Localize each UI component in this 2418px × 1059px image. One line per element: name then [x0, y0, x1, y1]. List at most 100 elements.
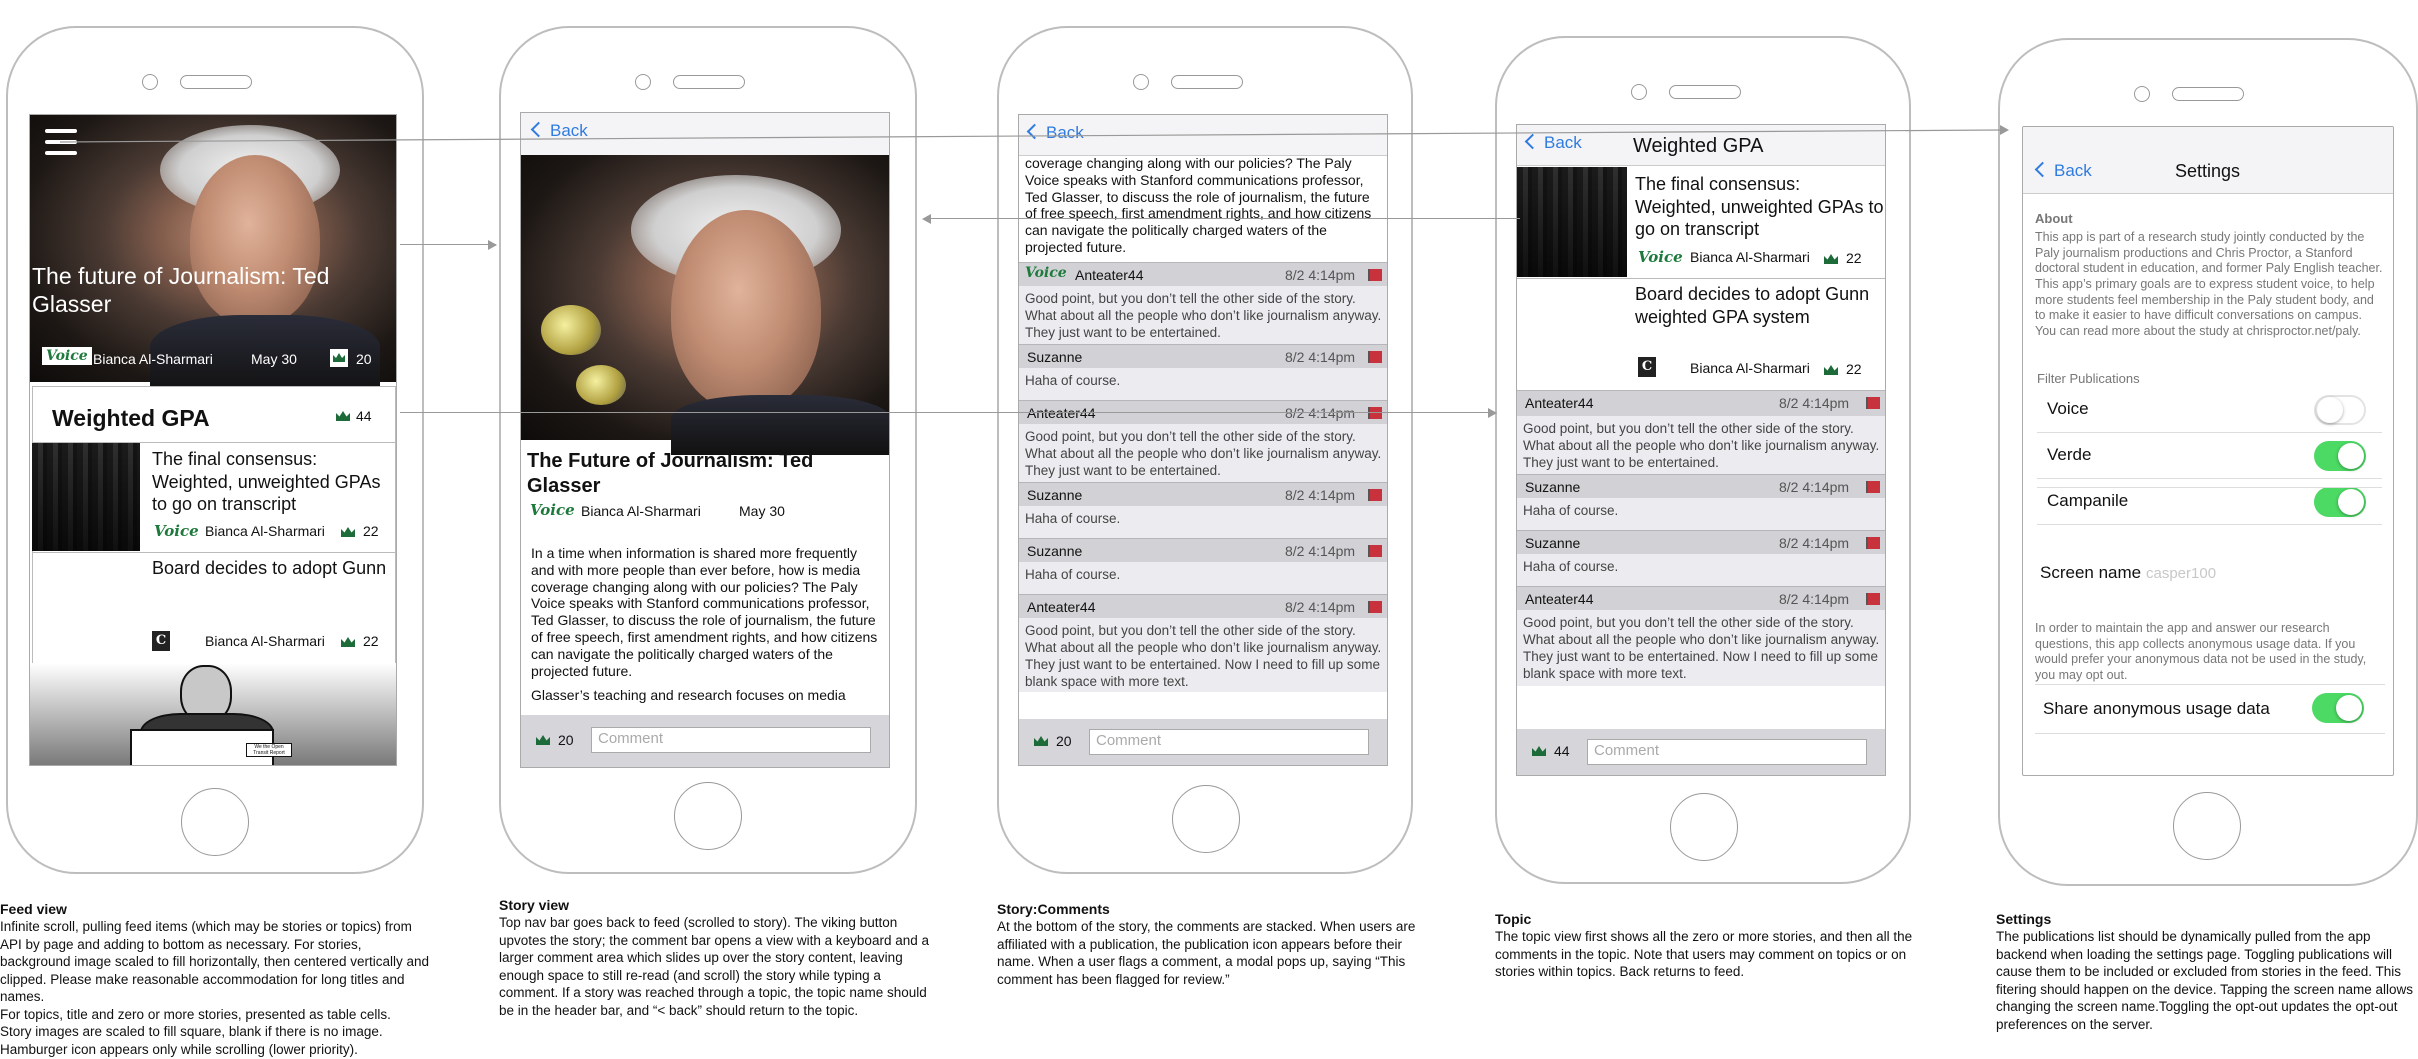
hero-votes: 20: [356, 351, 372, 367]
comment-author: Suzanne: [1525, 535, 1581, 551]
publication-toggle[interactable]: [2314, 395, 2366, 425]
comment-text: Haha of course.: [1019, 562, 1387, 594]
story-author: Bianca Al-Sharmari: [581, 503, 701, 519]
flag-icon[interactable]: [1866, 397, 1880, 409]
caption-topic: Topic The topic view first shows all the…: [1495, 910, 1925, 981]
viking-upvote-icon[interactable]: [1033, 734, 1049, 753]
story-body-continued: Glasser’s teaching and research focuses …: [531, 687, 846, 703]
flag-icon[interactable]: [1368, 269, 1382, 281]
viking-upvote-icon[interactable]: [1531, 744, 1547, 763]
caption-title: Settings: [1996, 911, 2052, 927]
topic-screen: Back Weighted GPA The final consensus: W…: [1516, 124, 1886, 776]
comment-text: Good point, but you don’t tell the other…: [1019, 286, 1387, 344]
flag-icon[interactable]: [1368, 601, 1382, 613]
flag-icon[interactable]: [1866, 593, 1880, 605]
viking-upvote-icon[interactable]: [1823, 252, 1839, 271]
publication-row: Voice: [2037, 387, 2382, 433]
settings-screen: Back Settings About This app is part of …: [2022, 126, 2394, 776]
comment-time: 8/2 4:14pm: [1285, 405, 1356, 421]
flag-icon[interactable]: [1368, 407, 1382, 419]
comment-header: Suzanne 8/2 4:14pm: [1019, 538, 1387, 564]
comment-text: Haha of course.: [1517, 554, 1885, 586]
comment-text: Good point, but you don’t tell the other…: [1517, 416, 1885, 474]
home-button[interactable]: [1172, 785, 1240, 853]
publication-row: Campanile: [2037, 479, 2382, 525]
caption-feed: Feed view Infinite scroll, pulling feed …: [0, 900, 430, 1059]
story-cell-votes: 22: [363, 633, 379, 649]
comment-author: Suzanne: [1525, 479, 1581, 495]
caption-title: Topic: [1495, 911, 1532, 927]
comment-header: Suzanne 8/2 4:14pm: [1517, 530, 1885, 556]
voice-logo-icon: Voice: [530, 501, 575, 519]
viking-upvote-icon[interactable]: [330, 349, 348, 367]
comment-author: Suzanne: [1027, 543, 1083, 559]
story-title: The Future of Journalism: Ted Glasser: [527, 450, 814, 497]
caption-comments: Story:Comments At the bottom of the stor…: [997, 900, 1427, 988]
comment-author: Anteater44: [1027, 599, 1096, 615]
voice-logo-icon: Voice: [1638, 248, 1683, 266]
flag-icon[interactable]: [1368, 545, 1382, 557]
comment-time: 8/2 4:14pm: [1779, 479, 1850, 495]
flag-icon[interactable]: [1368, 351, 1382, 363]
caption-text: The publications list should be dynamica…: [1996, 929, 2414, 1032]
screen-name-value[interactable]: casper100: [2146, 565, 2216, 582]
story-cell-title[interactable]: Board decides to adopt Gunn weighted GPA…: [1635, 283, 1885, 328]
comment-input[interactable]: Comment: [591, 727, 871, 753]
about-label: About: [2035, 211, 2073, 226]
viking-upvote-icon[interactable]: [340, 525, 356, 544]
comment-time: 8/2 4:14pm: [1285, 267, 1356, 283]
caption-title: Story view: [499, 897, 570, 913]
caption-text: The topic view first shows all the zero …: [1495, 929, 1913, 980]
caption-title: Story:Comments: [997, 901, 1110, 917]
comment-time: 8/2 4:14pm: [1285, 543, 1356, 559]
filter-label: Filter Publications: [2037, 371, 2140, 386]
topic-title[interactable]: Weighted GPA: [52, 405, 210, 432]
home-button[interactable]: [2173, 792, 2241, 860]
caption-text: At the bottom of the story, the comments…: [997, 919, 1416, 987]
story-cell-title[interactable]: Board decides to adopt Gunn: [152, 557, 392, 580]
publication-toggle[interactable]: [2314, 441, 2366, 471]
about-text: This app is part of a research study joi…: [2035, 230, 2383, 338]
comment-author: Anteater44: [1525, 591, 1594, 607]
comment-header: Suzanne 8/2 4:14pm: [1019, 344, 1387, 370]
share-usage-toggle[interactable]: [2312, 693, 2364, 723]
comment-header: Voice Anteater44 8/2 4:14pm: [1019, 262, 1387, 288]
story-cell-title[interactable]: The final consensus: Weighted, unweighte…: [152, 448, 390, 516]
comment-text: Good point, but you don’t tell the other…: [1019, 618, 1387, 692]
screen-name-label[interactable]: Screen name: [2040, 563, 2141, 583]
flag-icon[interactable]: [1866, 481, 1880, 493]
viking-upvote-icon[interactable]: [535, 733, 551, 752]
cartoon-sign: We the Open Transit Report: [246, 743, 292, 757]
topic-votes: 44: [356, 408, 372, 424]
comment-time: 8/2 4:14pm: [1285, 487, 1356, 503]
flag-icon[interactable]: [1866, 537, 1880, 549]
flag-icon[interactable]: [1368, 489, 1382, 501]
comment-author: Anteater44: [1027, 405, 1096, 421]
comment-time: 8/2 4:14pm: [1285, 349, 1356, 365]
home-button[interactable]: [674, 782, 742, 850]
viking-upvote-icon[interactable]: [340, 635, 356, 654]
viking-upvote-icon[interactable]: [335, 409, 351, 428]
hero-date: May 30: [251, 351, 297, 367]
publication-toggle[interactable]: [2314, 487, 2366, 517]
story-cell-votes: 22: [1846, 250, 1862, 266]
story-cell-author: Bianca Al-Sharmari: [1690, 360, 1810, 376]
cartoon-story-image[interactable]: We the Open Transit Report: [30, 663, 396, 765]
home-button[interactable]: [181, 788, 249, 856]
story-thumbnail-image[interactable]: [32, 443, 140, 551]
hero-story-title[interactable]: The future of Journalism: Ted Glasser: [32, 263, 352, 318]
publication-name: Campanile: [2047, 491, 2129, 510]
home-button[interactable]: [1670, 793, 1738, 861]
viking-upvote-icon[interactable]: [1823, 363, 1839, 382]
voice-logo-icon: Voice: [1025, 265, 1067, 281]
comment-time: 8/2 4:14pm: [1285, 599, 1356, 615]
publication-name: Verde: [2047, 445, 2092, 464]
comment-text: Good point, but you don’t tell the other…: [1019, 424, 1387, 482]
campanile-logo-icon: C: [152, 631, 170, 651]
comment-input[interactable]: Comment: [1089, 729, 1369, 755]
caption-title: Feed view: [0, 901, 67, 917]
comment-input[interactable]: Comment: [1587, 739, 1867, 765]
voice-logo-icon: Voice: [154, 522, 199, 540]
story-cell-author: Bianca Al-Sharmari: [205, 633, 325, 649]
story-body: In a time when information is shared mor…: [531, 545, 878, 679]
